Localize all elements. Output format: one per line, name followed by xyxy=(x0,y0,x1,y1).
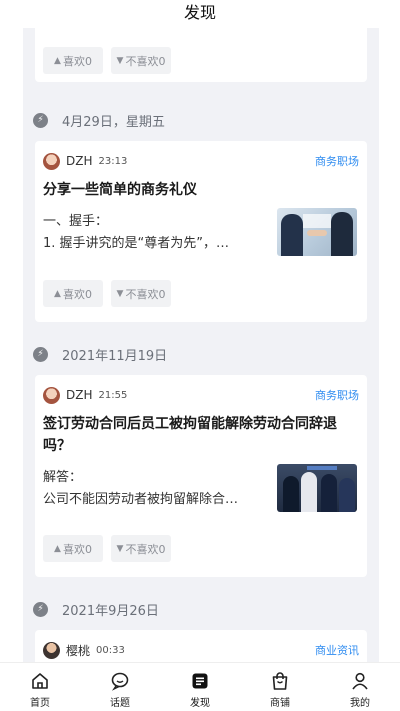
post-thumbnail-handshake[interactable] xyxy=(277,208,357,256)
like-button[interactable]: ▲ 喜欢0 xyxy=(43,47,103,74)
like-button[interactable]: ▲ 喜欢0 xyxy=(43,280,103,307)
lightning-icon: ⚡ xyxy=(33,346,48,362)
like-button[interactable]: ▲ 喜欢0 xyxy=(43,535,103,562)
category-tag[interactable]: 商务职场 xyxy=(315,387,359,403)
lightning-icon: ⚡ xyxy=(33,601,48,617)
date-label: 2021年11月19日 xyxy=(62,348,168,364)
dislike-button[interactable]: ▼ 不喜欢0 xyxy=(111,47,171,74)
post-meta: 樱桃 00:33 xyxy=(43,640,125,660)
thumb-down-icon: ▼ xyxy=(116,288,124,299)
date-divider: ⚡ 2021年9月26日 xyxy=(33,598,159,620)
thumb-up-icon: ▲ xyxy=(54,288,61,299)
tab-topics[interactable]: 话题 xyxy=(90,671,150,709)
post-meta: DZH 21:55 xyxy=(43,385,127,405)
post-time: 23:13 xyxy=(98,155,128,167)
page-header: 发现 xyxy=(0,0,400,28)
category-tag[interactable]: 商业资讯 xyxy=(315,642,359,658)
post-card[interactable]: DZH 21:55 商务职场 签订劳动合同后员工被拘留能解除劳动合同辞退吗？ 解… xyxy=(35,375,367,577)
thumb-up-icon: ▲ xyxy=(54,543,61,554)
post-meta: DZH 23:13 xyxy=(43,151,127,171)
chat-icon xyxy=(111,672,129,691)
post-title[interactable]: 分享一些简单的商务礼仪 xyxy=(43,179,357,201)
date-divider: ⚡ 4月29日，星期五 xyxy=(33,109,165,131)
reaction-row: ▲ 喜欢0 ▼ 不喜欢0 xyxy=(43,280,171,307)
reaction-row: ▲ 喜欢0 ▼ 不喜欢0 xyxy=(43,47,171,74)
thumb-up-icon: ▲ xyxy=(54,55,61,66)
date-label: 4月29日，星期五 xyxy=(62,114,165,130)
bottom-tab-bar: 首页 话题 发现 商铺 我的 xyxy=(0,662,400,711)
author-name[interactable]: DZH xyxy=(66,388,92,402)
category-tag[interactable]: 商务职场 xyxy=(315,153,359,169)
user-icon xyxy=(352,672,368,690)
post-card[interactable]: 樱桃 00:33 商业资讯 xyxy=(35,630,367,662)
tab-home[interactable]: 首页 xyxy=(10,671,70,709)
discover-icon xyxy=(192,673,208,689)
date-divider: ⚡ 2021年11月19日 xyxy=(33,343,167,365)
avatar[interactable] xyxy=(43,641,60,659)
shop-bag-icon xyxy=(272,672,288,690)
avatar[interactable] xyxy=(43,152,60,170)
tab-shop[interactable]: 商铺 xyxy=(250,671,310,709)
thumb-down-icon: ▼ xyxy=(116,543,124,554)
date-label: 2021年9月26日 xyxy=(62,603,159,619)
discover-feed[interactable]: ▲ 喜欢0 ▼ 不喜欢0 ⚡ 4月29日，星期五 DZH 23:13 商务职场 … xyxy=(23,28,379,662)
post-excerpt: 解答： 公司不能因劳动者被拘留解除合… xyxy=(43,470,239,507)
dislike-button[interactable]: ▼ 不喜欢0 xyxy=(111,280,171,307)
tab-profile[interactable]: 我的 xyxy=(330,671,390,709)
post-title[interactable]: 签订劳动合同后员工被拘留能解除劳动合同辞退吗？ xyxy=(43,413,357,457)
tab-discover[interactable]: 发现 xyxy=(170,671,230,709)
thumb-down-icon: ▼ xyxy=(116,55,124,66)
post-thumbnail-police[interactable] xyxy=(277,464,357,512)
home-icon xyxy=(32,673,48,689)
post-excerpt: 一、握手： 1. 握手讲究的是“尊者为先”，… xyxy=(43,214,230,251)
author-name[interactable]: 樱桃 xyxy=(66,642,90,659)
post-time: 00:33 xyxy=(96,644,125,656)
page-title: 发现 xyxy=(183,3,216,22)
lightning-icon: ⚡ xyxy=(33,112,48,128)
dislike-button[interactable]: ▼ 不喜欢0 xyxy=(111,535,171,562)
post-card-previous[interactable]: ▲ 喜欢0 ▼ 不喜欢0 xyxy=(35,28,367,82)
post-time: 21:55 xyxy=(98,389,128,401)
reaction-row: ▲ 喜欢0 ▼ 不喜欢0 xyxy=(43,535,171,562)
post-card[interactable]: DZH 23:13 商务职场 分享一些简单的商务礼仪 一、握手： 1. 握手讲究… xyxy=(35,141,367,322)
avatar[interactable] xyxy=(43,386,60,404)
author-name[interactable]: DZH xyxy=(66,154,92,168)
